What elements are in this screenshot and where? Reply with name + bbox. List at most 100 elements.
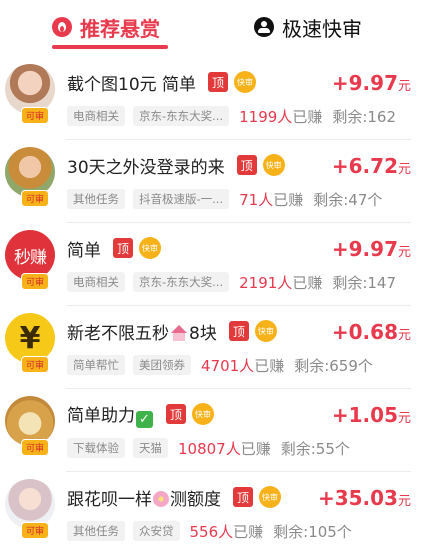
task-item[interactable]: ¥ 可审 新老不限五秒 8块 顶 快审 +0.68元 简单帮忙 美团领券 4701… xyxy=(0,306,425,389)
avatar-fast-badge: 可审 xyxy=(21,439,49,456)
fast-review-icon: 快审 xyxy=(139,237,161,259)
active-tab-indicator xyxy=(52,45,168,49)
category-tag: 电商相关 xyxy=(67,272,125,292)
house-emoji-icon xyxy=(170,324,188,341)
avatar-fast-badge: 可审 xyxy=(21,107,49,124)
remaining-count: 剩余:105个 xyxy=(273,522,352,541)
fast-review-icon: 快审 xyxy=(262,154,285,176)
category-tag: 简单帮忙 xyxy=(67,355,125,375)
task-title-part: 测额度 xyxy=(170,489,221,510)
top-tag: 顶 xyxy=(208,72,229,92)
category-tag: 电商相关 xyxy=(67,106,125,126)
earned-suffix: 已赚 xyxy=(273,190,304,209)
task-reward: +9.97元 xyxy=(332,237,411,261)
earned-suffix: 已赚 xyxy=(233,522,264,541)
task-title: 简单 xyxy=(67,240,101,261)
task-title-part: 跟花呗一样 xyxy=(67,489,152,510)
reward-unit: 元 xyxy=(397,79,411,94)
task-title-part: 8块 xyxy=(189,323,217,344)
reward-unit: 元 xyxy=(397,411,411,426)
reward-unit: 元 xyxy=(397,494,411,509)
top-tag: 顶 xyxy=(233,487,253,507)
reward-amount: +9.97 xyxy=(331,237,398,261)
earned-suffix: 已赚 xyxy=(292,273,323,292)
platform-tag: 众安贷 xyxy=(133,521,180,541)
task-item[interactable]: 可审 跟花呗一样 测额度 顶 快审 +35.03元 其他任务 众安贷 556人已赚… xyxy=(0,472,425,555)
fast-review-icon: 快审 xyxy=(192,403,214,425)
earned-count: 1199人已赚 xyxy=(239,106,322,127)
top-tag: 顶 xyxy=(236,155,257,175)
earned-count: 556人已赚 xyxy=(190,521,264,542)
earned-suffix: 已赚 xyxy=(292,107,323,126)
reward-amount: +6.72 xyxy=(331,154,398,178)
earned-count: 2191人已赚 xyxy=(239,272,322,293)
earned-suffix: 已赚 xyxy=(240,439,271,458)
reward-unit: 元 xyxy=(397,328,411,343)
task-title: 简单助力 ✓ xyxy=(67,401,154,428)
fast-review-icon: 快审 xyxy=(234,71,257,93)
task-reward: +0.68元 xyxy=(332,320,411,344)
remaining-count: 剩余:659个 xyxy=(294,356,373,375)
task-item[interactable]: 可审 简单助力 ✓ 顶 快审 +1.05元 下载体验 天猫 10807人已赚 剩余… xyxy=(0,389,425,472)
fast-review-icon: 快审 xyxy=(254,320,277,342)
task-title-part: 新老不限五秒 xyxy=(67,323,169,344)
avatar-fast-badge: 可审 xyxy=(21,190,49,207)
top-tag: 顶 xyxy=(166,404,186,424)
avatar-fast-badge: 可审 xyxy=(21,273,49,290)
top-tag: 顶 xyxy=(113,238,133,258)
check-mark-icon: ✓ xyxy=(136,410,153,428)
platform-tag: 抖音极速版-一... xyxy=(133,189,230,209)
flame-icon xyxy=(52,17,72,37)
reward-amount: +1.05 xyxy=(331,403,398,427)
earned-number: 4701人 xyxy=(201,356,255,375)
category-tag: 下载体验 xyxy=(67,438,125,458)
flower-emoji-icon xyxy=(153,490,169,507)
earned-count: 4701人已赚 xyxy=(201,355,284,376)
earned-count: 10807人已赚 xyxy=(178,438,271,459)
remaining-count: 剩余:147 xyxy=(332,273,397,292)
reward-unit: 元 xyxy=(397,162,411,177)
earned-number: 556人 xyxy=(189,522,234,541)
top-tag: 顶 xyxy=(228,321,249,341)
remaining-count: 剩余:55个 xyxy=(280,439,350,458)
avatar-fast-badge: 可审 xyxy=(21,356,49,373)
task-title: 跟花呗一样 测额度 xyxy=(67,485,221,510)
reward-unit: 元 xyxy=(397,245,411,260)
task-reward: +1.05元 xyxy=(332,403,411,427)
avatar-fast-badge: 可审 xyxy=(21,522,49,539)
task-reward: +9.97元 xyxy=(332,71,411,95)
task-item[interactable]: 可审 30天之外没登录的来 顶 快审 +6.72元 其他任务 抖音极速版-一..… xyxy=(0,140,425,223)
earned-number: 10807人 xyxy=(178,439,241,458)
platform-tag: 京东-东东大奖... xyxy=(133,106,230,126)
task-reward: +35.03元 xyxy=(318,486,411,510)
remaining-count: 剩余:162 xyxy=(332,107,397,126)
platform-tag: 京东-东东大奖... xyxy=(133,272,230,292)
reward-amount: +9.97 xyxy=(331,71,398,95)
earned-number: 1199人 xyxy=(239,107,293,126)
task-title-part: 简单助力 xyxy=(67,405,135,426)
task-title: 新老不限五秒 8块 xyxy=(67,319,217,344)
task-title: 30天之外没登录的来 xyxy=(67,157,225,178)
category-tag: 其他任务 xyxy=(67,189,125,209)
tab-bar: 推荐悬赏 极速快审 xyxy=(0,0,425,56)
reward-amount: +0.68 xyxy=(331,320,398,344)
platform-tag: 美团领券 xyxy=(133,355,191,375)
platform-tag: 天猫 xyxy=(133,438,168,458)
tab-label: 极速快审 xyxy=(282,16,362,41)
earned-count: 71人已赚 xyxy=(239,189,303,210)
task-reward: +6.72元 xyxy=(332,154,411,178)
task-item[interactable]: 秒赚 可审 简单 顶 快审 +9.97元 电商相关 京东-东东大奖... 219… xyxy=(0,223,425,306)
earned-number: 71人 xyxy=(239,190,274,209)
tab-fast-review[interactable]: 极速快审 xyxy=(254,10,362,44)
user-icon xyxy=(254,17,274,37)
category-tag: 其他任务 xyxy=(67,521,125,541)
remaining-count: 剩余:47个 xyxy=(313,190,383,209)
fast-review-icon: 快审 xyxy=(259,486,281,508)
tab-recommended-bounty[interactable]: 推荐悬赏 xyxy=(52,10,160,44)
tab-label: 推荐悬赏 xyxy=(80,16,160,41)
task-title: 截个图10元 简单 xyxy=(67,74,197,95)
task-item[interactable]: 可审 截个图10元 简单 顶 快审 +9.97元 电商相关 京东-东东大奖...… xyxy=(0,57,425,140)
earned-suffix: 已赚 xyxy=(254,356,285,375)
reward-amount: +35.03 xyxy=(317,486,398,510)
earned-number: 2191人 xyxy=(239,273,293,292)
